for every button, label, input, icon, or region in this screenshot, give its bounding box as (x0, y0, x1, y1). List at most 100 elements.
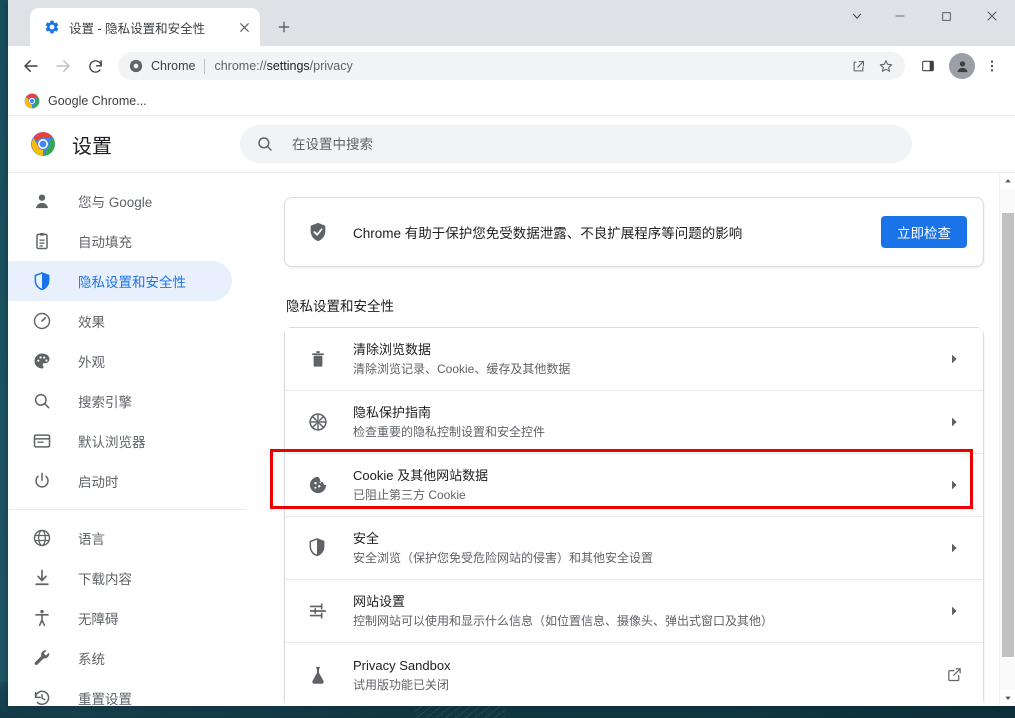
more-menu-icon[interactable] (977, 51, 1007, 81)
chevron-right-icon[interactable] (945, 413, 963, 431)
sidebar-item-6[interactable]: 搜索引擎 (8, 381, 232, 421)
chevron-right-icon[interactable] (945, 602, 963, 620)
content-scrollbar[interactable] (999, 173, 1015, 706)
settings-page: 设置 您与 Google 自动填充隐私设置和安全性效果外观搜索引擎默认浏览器启动时… (8, 116, 1015, 706)
forward-icon[interactable] (48, 51, 78, 81)
search-icon (32, 391, 52, 411)
scroll-down-icon[interactable] (1000, 690, 1015, 706)
row-text-block: Privacy Sandbox 试用版功能已关闭 (353, 656, 945, 694)
sidebar-item-3-active[interactable]: 隐私设置和安全性 (8, 261, 232, 301)
sidebar-item-label: 下载内容 (78, 572, 132, 587)
row-title: 隐私保护指南 (353, 405, 432, 420)
section-heading: 隐私设置和安全性 (286, 299, 394, 314)
row-subtitle: 安全浏览（保护您免受危险网站的侵害）和其他安全设置 (353, 551, 654, 565)
chevron-down-icon[interactable] (837, 0, 877, 32)
omnibox-actions (845, 53, 901, 79)
address-bar[interactable]: Chrome chrome://settings/privacy (118, 52, 905, 80)
row-title: 清除浏览数据 (353, 342, 432, 357)
settings-content: Chrome 有助于保护您免受数据泄露、不良扩展程序等问题的影响 立即检查 隐私… (246, 173, 1015, 706)
chrome-logo-icon (30, 131, 56, 157)
omnibox-chip-label: Chrome (151, 59, 196, 73)
sidebar-divider (8, 509, 246, 510)
browser-tab[interactable]: 设置 - 隐私设置和安全性 (30, 8, 260, 46)
trash-icon (307, 348, 329, 370)
sidebar-item-label: 搜索引擎 (78, 395, 132, 410)
reload-icon[interactable] (80, 51, 110, 81)
settings-row[interactable]: 清除浏览数据清除浏览记录、Cookie、缓存及其他数据 (285, 328, 983, 391)
scroll-up-icon[interactable] (1000, 173, 1015, 189)
omnibox-url: chrome://settings/privacy (214, 59, 352, 73)
row-title: Privacy Sandbox (353, 657, 451, 673)
chevron-right-icon[interactable] (945, 350, 963, 368)
settings-search-box[interactable] (240, 125, 912, 163)
sidebar-item-7[interactable]: 默认浏览器 (8, 421, 232, 461)
search-icon (256, 135, 274, 153)
minimize-icon[interactable] (877, 0, 923, 32)
maximize-icon[interactable] (923, 0, 969, 32)
sidebar-item-5[interactable]: 外观 (8, 341, 232, 381)
palette-icon (32, 351, 52, 371)
row-subtitle: 清除浏览记录、Cookie、缓存及其他数据 (353, 362, 571, 376)
settings-row[interactable]: 隐私保护指南 检查重要的隐私控制设置和安全控件 (285, 391, 983, 454)
wrench-icon (32, 648, 52, 668)
sidebar-item-label: 语言 (78, 532, 105, 547)
back-icon[interactable] (16, 51, 46, 81)
sidebar-item-4[interactable]: 效果 (8, 301, 232, 341)
sidebar-item-label: 您与 Google (78, 195, 153, 210)
bookmark-star-icon[interactable] (873, 53, 899, 79)
chevron-right-icon[interactable] (945, 476, 963, 494)
settings-row-highlighted[interactable]: Cookie 及其他网站数据 已阻止第三方 Cookie (285, 454, 983, 517)
privacy-settings-card: 清除浏览数据清除浏览记录、Cookie、缓存及其他数据隐私保护指南 检查重要的隐私… (284, 327, 984, 706)
chrome-shield-icon (128, 58, 144, 74)
row-text-block: 安全 安全浏览（保护您免受危险网站的侵害）和其他安全设置 (353, 529, 945, 567)
sidebar-item-label: 启动时 (78, 475, 119, 490)
sidebar-item-3[interactable]: 无障碍 (8, 598, 232, 638)
sidebar-item-4[interactable]: 系统 (8, 638, 232, 678)
chrome-browser-window: 设置 - 隐私设置和安全性 Chrome chrome://settings/p… (8, 0, 1015, 706)
sidebar-item-label: 自动填充 (78, 235, 132, 250)
shield-icon (32, 271, 52, 291)
settings-row[interactable]: 安全 安全浏览（保护您免受危险网站的侵害）和其他安全设置 (285, 517, 983, 580)
sidebar-item-1[interactable]: 语言 (8, 518, 232, 558)
clipboard-icon (32, 231, 52, 251)
search-input[interactable] (292, 136, 896, 152)
shield-icon (307, 537, 329, 559)
open-in-new-icon[interactable] (945, 666, 963, 684)
tab-title: 设置 - 隐私设置和安全性 (69, 21, 206, 36)
sidebar-item-2[interactable]: 自动填充 (8, 221, 232, 261)
new-tab-button[interactable] (270, 13, 298, 41)
row-title: 网站设置 (353, 594, 406, 609)
bookmark-label: Google Chrome... (48, 93, 147, 108)
profile-avatar-icon[interactable] (949, 53, 975, 79)
window-controls (837, 0, 1015, 46)
power-icon (32, 471, 52, 491)
sidebar-item-1[interactable]: 您与 Google (8, 181, 232, 221)
sidebar-item-2[interactable]: 下载内容 (8, 558, 232, 598)
bookmark-item[interactable]: Google Chrome... (18, 91, 153, 111)
run-safety-check-button[interactable]: 立即检查 (881, 216, 967, 248)
tab-strip: 设置 - 隐私设置和安全性 (8, 0, 1015, 46)
settings-row[interactable]: Privacy Sandbox 试用版功能已关闭 (285, 643, 983, 706)
settings-row[interactable]: 网站设置控制网站可以使用和显示什么信息（如位置信息、摄像头、弹出式窗口及其他） (285, 580, 983, 643)
download-icon (32, 568, 52, 588)
chevron-right-icon[interactable] (945, 539, 963, 557)
close-window-icon[interactable] (969, 0, 1015, 32)
side-panel-icon[interactable] (913, 51, 943, 81)
shield-check-icon (307, 221, 329, 243)
share-icon[interactable] (845, 53, 871, 79)
row-subtitle: 试用版功能已关闭 (353, 677, 450, 692)
history-restore-icon (32, 688, 52, 706)
safety-check-card: Chrome 有助于保护您免受数据泄露、不良扩展程序等问题的影响 立即检查 (284, 197, 984, 267)
content-scroll-track[interactable] (999, 189, 1015, 690)
sidebar-item-5[interactable]: 重置设置 (8, 678, 232, 706)
content-scroll-thumb[interactable] (1001, 213, 1014, 657)
settings-rows: 清除浏览数据清除浏览记录、Cookie、缓存及其他数据隐私保护指南 检查重要的隐私… (285, 328, 983, 706)
row-subtitle: 控制网站可以使用和显示什么信息（如位置信息、摄像头、弹出式窗口及其他） (353, 614, 774, 628)
sidebar-item-label: 外观 (78, 355, 105, 370)
close-icon[interactable] (234, 17, 254, 37)
speedometer-icon (32, 311, 52, 331)
url-scheme: chrome:// (214, 59, 267, 73)
row-text-block: 网站设置控制网站可以使用和显示什么信息（如位置信息、摄像头、弹出式窗口及其他） (353, 592, 945, 630)
flask-icon (307, 664, 329, 686)
sidebar-item-8[interactable]: 启动时 (8, 461, 232, 501)
